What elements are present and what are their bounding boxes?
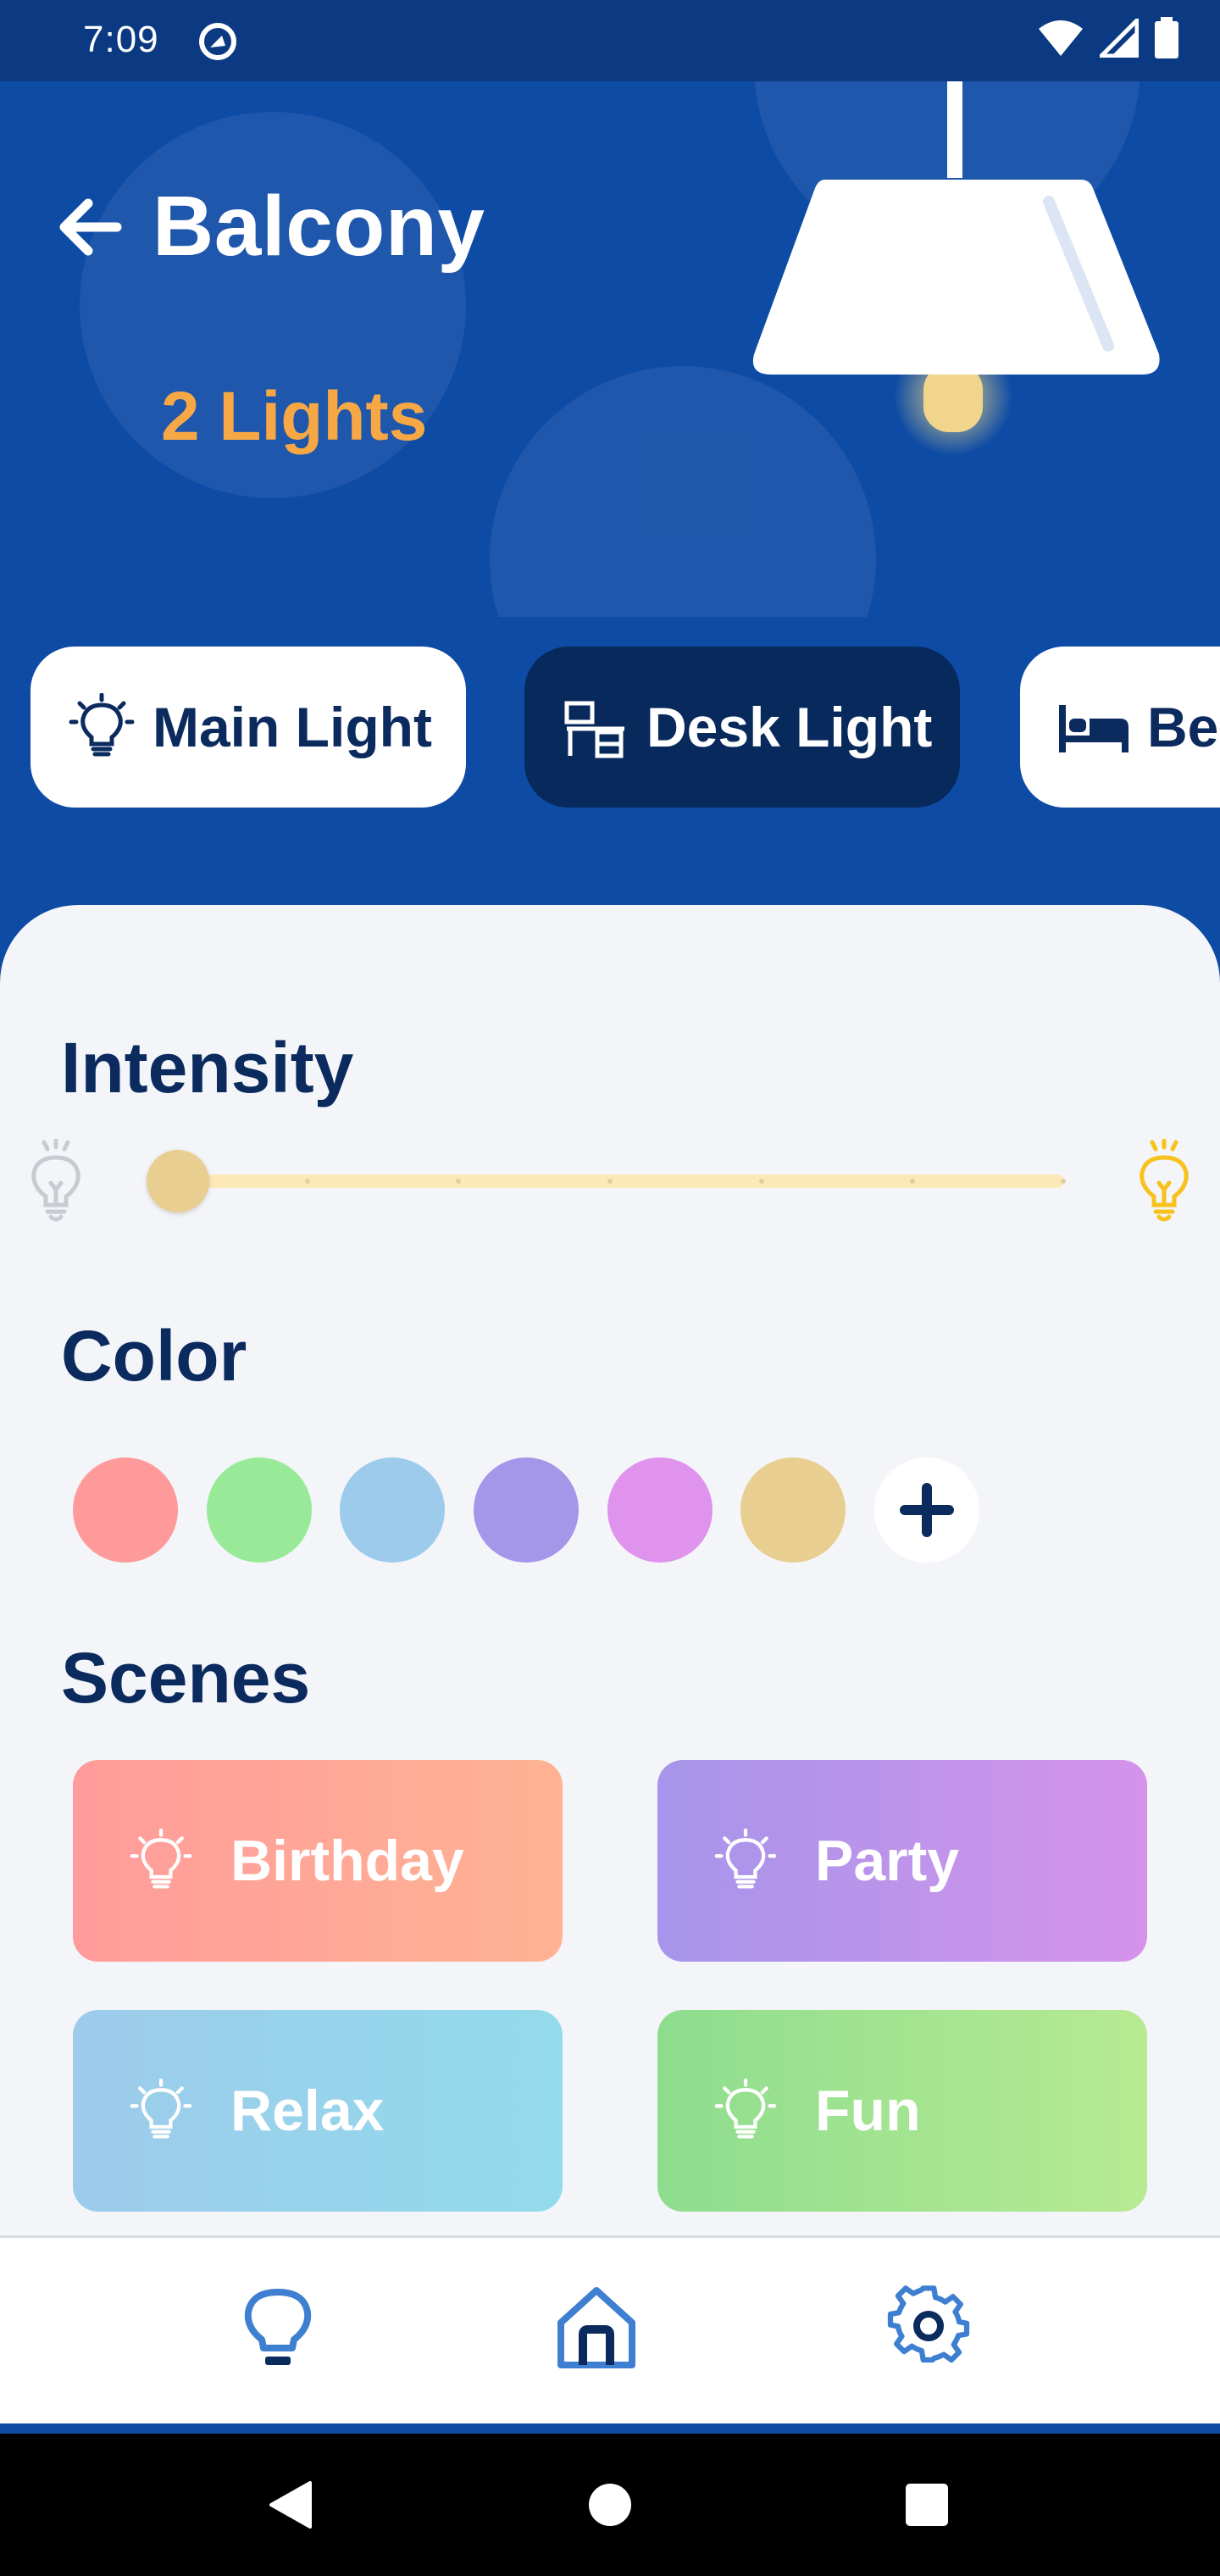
title-row: Balcony bbox=[56, 178, 485, 275]
slider-tick bbox=[1061, 1179, 1066, 1184]
circle-home-icon bbox=[589, 2484, 631, 2526]
lightbulb-icon bbox=[130, 2079, 192, 2139]
add-color-button[interactable] bbox=[874, 1457, 979, 1563]
system-recents-button[interactable] bbox=[895, 2473, 959, 2537]
device-chip-label: Main Light bbox=[152, 696, 432, 758]
color-swatch-red[interactable] bbox=[73, 1457, 178, 1563]
plus-icon bbox=[900, 1483, 954, 1537]
lightbulb-icon bbox=[69, 693, 135, 757]
color-swatch-green[interactable] bbox=[207, 1457, 312, 1563]
lights-count: 2 Lights bbox=[161, 378, 428, 455]
sync-status-icon bbox=[197, 20, 239, 67]
device-chip-label: Desk Light bbox=[646, 696, 933, 758]
scene-label: Relax bbox=[230, 2079, 385, 2143]
page-title: Balcony bbox=[152, 179, 485, 274]
scene-label: Fun bbox=[815, 2079, 921, 2143]
status-bar: 7:09 bbox=[0, 0, 1220, 81]
lightbulb-icon bbox=[714, 1829, 777, 1889]
wifi-icon bbox=[1037, 19, 1084, 62]
device-chips: Main Light Desk Light Be bbox=[30, 647, 1220, 809]
slider-tick bbox=[607, 1179, 613, 1184]
scene-fun[interactable]: Fun bbox=[657, 2010, 1147, 2212]
bottom-navigation bbox=[0, 2235, 1220, 2423]
lightbulb-icon bbox=[714, 2079, 777, 2139]
system-home-button[interactable] bbox=[578, 2473, 642, 2537]
app-root: 7:09 Balcony 2 Lights Main Light Desk Li… bbox=[0, 0, 1220, 2576]
lightbulb-on-icon bbox=[1140, 1139, 1189, 1222]
status-time: 7:09 bbox=[83, 19, 159, 60]
intensity-slider bbox=[0, 1127, 1220, 1237]
color-swatch-purple[interactable] bbox=[474, 1457, 579, 1563]
arrow-left-icon bbox=[59, 198, 122, 255]
device-chip-desk-light[interactable]: Desk Light bbox=[524, 647, 960, 808]
settings-gear-icon bbox=[887, 2285, 970, 2363]
lightbulb-icon bbox=[244, 2289, 312, 2365]
nav-settings-button[interactable] bbox=[878, 2277, 979, 2379]
color-swatch-yellow[interactable] bbox=[740, 1457, 846, 1563]
intensity-thumb[interactable] bbox=[147, 1150, 210, 1213]
status-icons bbox=[1037, 14, 1179, 64]
device-chip-bedroom[interactable]: Be bbox=[1020, 647, 1220, 808]
color-swatch-pink[interactable] bbox=[607, 1457, 713, 1563]
triangle-back-icon bbox=[269, 2481, 312, 2529]
back-button[interactable] bbox=[56, 193, 124, 261]
slider-tick bbox=[305, 1179, 310, 1184]
scene-party[interactable]: Party bbox=[657, 1760, 1147, 1962]
desk-icon bbox=[564, 701, 624, 758]
bed-icon bbox=[1059, 705, 1128, 752]
bottom-accent-strip bbox=[0, 2423, 1220, 2434]
home-icon bbox=[557, 2287, 635, 2368]
lightbulb-icon bbox=[130, 1829, 192, 1889]
lightbulb-off-icon bbox=[31, 1139, 80, 1222]
battery-icon bbox=[1154, 17, 1179, 64]
system-back-button[interactable] bbox=[259, 2473, 324, 2537]
square-recents-icon bbox=[906, 2484, 948, 2526]
color-swatch-blue[interactable] bbox=[340, 1457, 445, 1563]
scenes-title: Scenes bbox=[61, 1638, 311, 1718]
intensity-title: Intensity bbox=[61, 1028, 354, 1108]
nav-home-button[interactable] bbox=[546, 2277, 647, 2379]
slider-tick bbox=[910, 1179, 915, 1184]
scene-label: Birthday bbox=[230, 1829, 464, 1893]
slider-tick bbox=[456, 1179, 461, 1184]
device-chip-main-light[interactable]: Main Light bbox=[30, 647, 466, 808]
pendant-lamp-illustration bbox=[752, 180, 1160, 456]
scene-relax[interactable]: Relax bbox=[73, 2010, 563, 2212]
slider-tick bbox=[759, 1179, 764, 1184]
system-navigation-bar bbox=[0, 2434, 1220, 2576]
scene-label: Party bbox=[815, 1829, 960, 1893]
signal-icon bbox=[1095, 14, 1140, 62]
color-title: Color bbox=[61, 1316, 247, 1396]
device-chip-label: Be bbox=[1147, 696, 1219, 758]
scene-birthday[interactable]: Birthday bbox=[73, 1760, 563, 1962]
nav-lights-button[interactable] bbox=[227, 2277, 329, 2379]
